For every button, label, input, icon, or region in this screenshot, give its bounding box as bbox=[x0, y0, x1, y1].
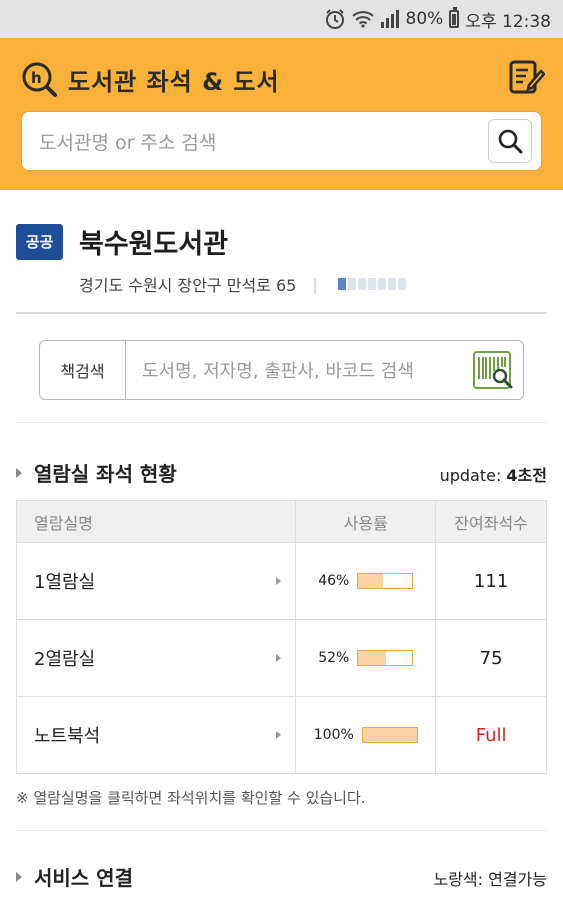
edit-button[interactable] bbox=[507, 58, 546, 96]
update-value: 4초전 bbox=[506, 466, 547, 485]
signal-icon bbox=[380, 10, 400, 28]
library-logo-icon: h bbox=[20, 60, 58, 98]
service-section-title: 서비스 연결 bbox=[16, 862, 133, 891]
battery-percent: 80% bbox=[405, 9, 444, 29]
wifi-icon bbox=[351, 10, 374, 28]
status-bar: 80% 오후 12:38 bbox=[0, 0, 563, 38]
app-title: 도서관 좌석 & 도서 bbox=[68, 67, 280, 96]
logo: h 도서관 좌석 & 도서 bbox=[20, 60, 280, 98]
column-header-room: 열람실명 bbox=[15, 500, 297, 543]
usage-percent: 46% bbox=[318, 573, 350, 589]
alarm-icon bbox=[324, 8, 346, 30]
congestion-indicator bbox=[337, 278, 406, 290]
reading-room-note: ※ 열람실명을 클릭하면 좌석위치를 확인할 수 있습니다. bbox=[16, 789, 366, 807]
usage-bar bbox=[361, 727, 418, 743]
usage-percent: 100% bbox=[313, 727, 354, 743]
column-header-usage: 사용률 bbox=[295, 500, 437, 543]
book-search-label: 책검색 bbox=[40, 341, 126, 399]
library-address: 경기도 수원시 장안구 만석로 65 bbox=[79, 276, 297, 295]
search-button[interactable] bbox=[488, 119, 532, 163]
remaining-cell: 111 bbox=[435, 542, 547, 620]
chevron-right-icon bbox=[276, 731, 282, 739]
barcode-search-icon bbox=[473, 351, 513, 389]
chevron-right-icon bbox=[276, 577, 282, 585]
remaining-seats-full: Full bbox=[475, 724, 507, 746]
usage-bar bbox=[357, 650, 414, 666]
usage-cell: 46% bbox=[295, 542, 437, 620]
book-search-input[interactable]: 도서명, 저자명, 출판사, 바코드 검색 bbox=[126, 357, 473, 383]
battery-icon bbox=[449, 7, 460, 28]
usage-bar bbox=[357, 573, 414, 589]
room-name[interactable]: 2열람실 bbox=[34, 645, 95, 671]
svg-text:h: h bbox=[31, 69, 42, 87]
table-row: 노트북석 100% Full bbox=[15, 696, 547, 774]
table-row: 1열람실 46% 111 bbox=[15, 542, 547, 620]
room-name[interactable]: 1열람실 bbox=[34, 568, 95, 594]
service-title: 서비스 연결 bbox=[34, 866, 133, 890]
usage-bar-fill bbox=[362, 728, 417, 742]
library-address-row: 경기도 수원시 장안구 만석로 65 | bbox=[79, 272, 406, 296]
service-status-legend: 노랑색: 연결가능 bbox=[433, 870, 547, 889]
remaining-seats: 111 bbox=[473, 570, 509, 592]
address-separator: | bbox=[312, 274, 318, 294]
library-search-input[interactable]: 도서관명 or 주소 검색 bbox=[21, 111, 542, 171]
usage-percent: 52% bbox=[318, 650, 350, 666]
usage-cell: 100% bbox=[295, 696, 437, 774]
clock: 오후 12:38 bbox=[465, 11, 551, 32]
chevron-right-icon bbox=[276, 654, 282, 662]
room-name-cell[interactable]: 2열람실 bbox=[15, 619, 297, 697]
room-name-cell[interactable]: 1열람실 bbox=[15, 542, 297, 620]
remaining-cell: Full bbox=[435, 696, 547, 774]
column-header-remaining: 잔여좌석수 bbox=[435, 500, 547, 543]
search-icon bbox=[498, 129, 523, 154]
update-status: update: 4초전 bbox=[440, 462, 547, 486]
library-header: 공공 북수원도서관 bbox=[16, 222, 228, 261]
divider bbox=[16, 422, 547, 423]
update-label: update: bbox=[439, 466, 502, 485]
remaining-cell: 75 bbox=[435, 619, 547, 697]
divider bbox=[16, 830, 547, 831]
edit-icon bbox=[509, 60, 546, 94]
book-search-bar[interactable]: 책검색 도서명, 저자명, 출판사, 바코드 검색 bbox=[39, 340, 524, 400]
library-name: 북수원도서관 bbox=[79, 229, 229, 260]
reading-room-title: 열람실 좌석 현황 bbox=[34, 462, 177, 486]
bullet-triangle-icon bbox=[16, 871, 22, 882]
table-header-row: 열람실명 사용률 잔여좌석수 bbox=[15, 500, 547, 543]
room-name[interactable]: 노트북석 bbox=[34, 722, 100, 748]
usage-bar-fill bbox=[358, 574, 384, 588]
remaining-seats: 75 bbox=[479, 647, 503, 669]
library-type-badge: 공공 bbox=[16, 223, 63, 260]
app-header: h 도서관 좌석 & 도서 도서관명 or 주소 검색 bbox=[0, 38, 563, 190]
divider bbox=[16, 312, 547, 314]
usage-bar-fill bbox=[358, 651, 387, 665]
table-row: 2열람실 52% 75 bbox=[15, 619, 547, 697]
library-search-placeholder: 도서관명 or 주소 검색 bbox=[39, 131, 217, 154]
bullet-triangle-icon bbox=[16, 467, 22, 478]
room-name-cell[interactable]: 노트북석 bbox=[15, 696, 297, 774]
barcode-scan-button[interactable] bbox=[473, 349, 515, 391]
usage-cell: 52% bbox=[295, 619, 437, 697]
reading-room-table: 열람실명 사용률 잔여좌석수 1열람실 46% 111 2열람실 52% 75 … bbox=[15, 500, 547, 774]
reading-room-section-title: 열람실 좌석 현황 bbox=[16, 458, 177, 487]
